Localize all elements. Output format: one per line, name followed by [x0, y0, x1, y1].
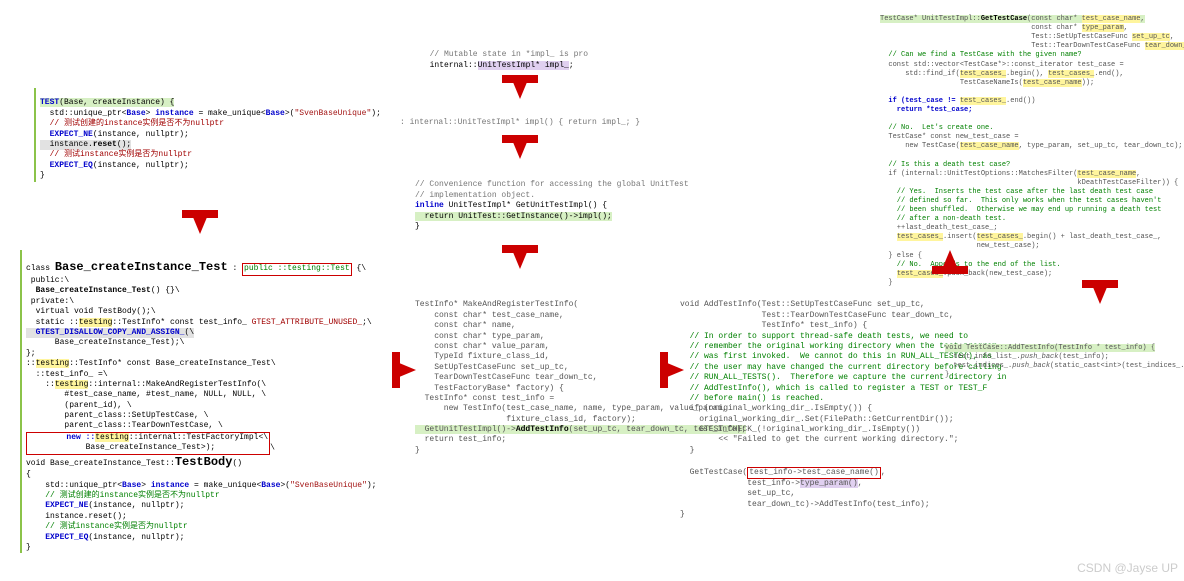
arrow-down-icon	[510, 75, 530, 99]
arrow-down-icon	[510, 135, 530, 159]
code-block-2: class Base_createInstance_Test : public …	[20, 250, 376, 553]
code-block-1: TEST(Base, createInstance) { std::unique…	[34, 88, 381, 182]
arrow-right-icon	[392, 360, 416, 380]
arrow-down-icon	[190, 210, 210, 234]
code-block-5: // Convenience function for accessing th…	[415, 170, 689, 232]
code-block-9: void TestCase::AddTestInfo(TestInfo * te…	[945, 335, 1184, 380]
code-block-8: TestCase* UnitTestImpl::GetTestCase(cons…	[880, 6, 1184, 288]
arrow-right-icon	[660, 360, 684, 380]
arrow-down-icon	[510, 245, 530, 269]
watermark: CSDN @Jayse UP	[1077, 561, 1178, 577]
arrow-up-icon	[940, 250, 960, 274]
code-block-3: // Mutable state in *impl_ is pro intern…	[420, 40, 588, 71]
code-block-4: : internal::UnitTestImpl* impl() { retur…	[400, 108, 640, 129]
code-block-7: void AddTestInfo(Test::SetUpTestCaseFunc…	[680, 290, 1006, 521]
arrow-down-icon	[1090, 280, 1110, 304]
